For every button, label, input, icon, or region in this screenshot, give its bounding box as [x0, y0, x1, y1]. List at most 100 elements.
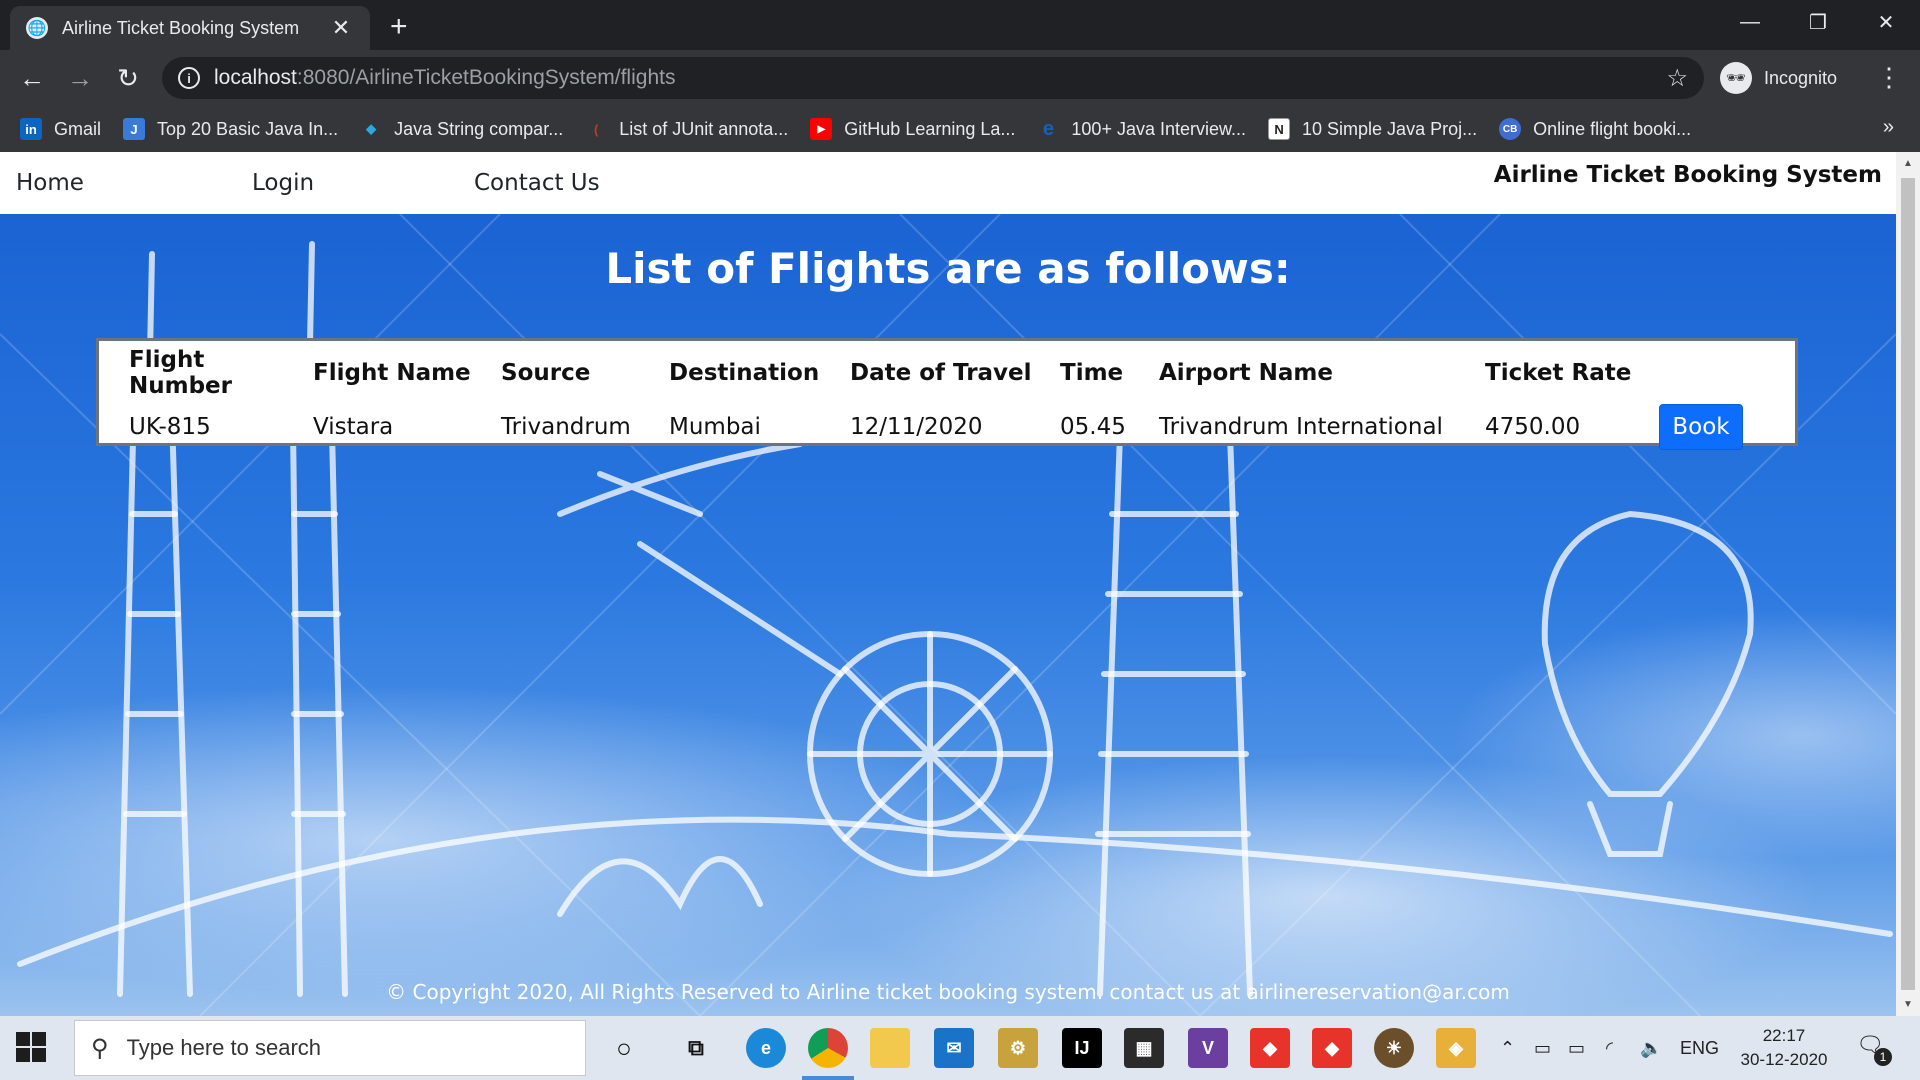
windows-taskbar: ⚲ Type here to search ○ ⧉ e ✉ ⚙ IJ ▦ V ◆…: [0, 1016, 1920, 1080]
browser-tab[interactable]: 🌐 Airline Ticket Booking System ✕: [10, 6, 370, 50]
minimize-icon[interactable]: —: [1716, 0, 1784, 44]
close-tab-icon[interactable]: ✕: [328, 15, 354, 41]
language-indicator[interactable]: ENG: [1680, 1016, 1719, 1080]
cell-flight-number: UK-815: [129, 414, 211, 440]
nav-login[interactable]: Login: [252, 170, 314, 196]
book-button[interactable]: Book: [1659, 404, 1743, 450]
bookmark-item[interactable]: in Gmail: [20, 118, 101, 140]
clock-time: 22:17: [1762, 1026, 1806, 1045]
task-view-icon[interactable]: ⧉: [676, 1028, 716, 1068]
site-navbar: Home Login Contact Us Airline Ticket Boo…: [0, 152, 1896, 214]
column-header: Flight Number: [129, 347, 232, 399]
bookmark-item[interactable]: N 10 Simple Java Proj...: [1268, 118, 1477, 140]
cell-action: Book: [1659, 399, 1795, 455]
cell-destination: Mumbai: [669, 414, 761, 440]
web-page: Home Login Contact Us Airline Ticket Boo…: [0, 152, 1896, 1016]
edureka-icon: e: [1042, 117, 1054, 140]
visual-studio-icon[interactable]: V: [1188, 1028, 1228, 1068]
cell-date: 12/11/2020: [850, 414, 983, 440]
close-window-icon[interactable]: ✕: [1852, 0, 1920, 44]
bookmark-item[interactable]: ◆ Java String compar...: [360, 118, 563, 140]
page-title: List of Flights are as follows:: [605, 244, 1291, 293]
info-icon[interactable]: i: [178, 67, 200, 89]
restore-icon[interactable]: ❐: [1784, 0, 1852, 44]
system-clock[interactable]: 22:17 30-12-2020: [1736, 1024, 1832, 1072]
sourcetree-icon[interactable]: ◈: [1436, 1028, 1476, 1068]
flights-table: Flight Number Flight Name Source Destina…: [99, 341, 1795, 455]
linkedin-icon: in: [20, 118, 42, 140]
cell-source: Trivandrum: [501, 414, 631, 440]
junit-icon: (: [594, 121, 599, 137]
bookmark-item[interactable]: ▶ GitHub Learning La...: [810, 118, 1015, 140]
codebun-icon: CB: [1499, 118, 1522, 140]
windows-start-icon[interactable]: [16, 1032, 48, 1064]
java-icon: J: [123, 118, 146, 140]
bookmark-item[interactable]: e 100+ Java Interview...: [1037, 118, 1246, 140]
cell-flight-name: Vistara: [313, 414, 394, 440]
git-bash-icon[interactable]: ◆: [1312, 1028, 1352, 1068]
bookmark-item[interactable]: J Top 20 Basic Java In...: [123, 118, 338, 140]
bookmark-label: Online flight booki...: [1533, 118, 1692, 139]
bookmark-label: 100+ Java Interview...: [1071, 118, 1247, 139]
notion-icon: N: [1268, 118, 1291, 140]
browser-menu-icon[interactable]: ⋮: [1876, 62, 1902, 93]
column-header: Source: [501, 360, 591, 386]
bookmark-star-icon[interactable]: ☆: [1666, 64, 1688, 93]
active-app-indicator: [802, 1076, 854, 1080]
scroll-down-icon[interactable]: ▼: [1896, 999, 1920, 1010]
bookmarks-bar: in Gmail J Top 20 Basic Java In... ◆ Java S…: [0, 106, 1920, 152]
intellij-icon[interactable]: IJ: [1062, 1028, 1102, 1068]
scroll-up-icon[interactable]: ▲: [1896, 158, 1920, 169]
clock-date: 30-12-2020: [1740, 1050, 1828, 1069]
column-header: Destination: [669, 360, 820, 386]
bookmark-item[interactable]: CB Online flight booki...: [1499, 118, 1691, 140]
new-tab-icon[interactable]: +: [390, 10, 408, 44]
bookmark-item[interactable]: ( List of JUnit annota...: [585, 118, 788, 140]
bookmark-label: GitHub Learning La...: [844, 118, 1016, 139]
show-hidden-icons-icon[interactable]: ⌃: [1500, 1016, 1515, 1080]
edge-icon[interactable]: e: [746, 1028, 786, 1068]
incognito-icon: 🕶: [1720, 62, 1752, 94]
url-host: localhost: [214, 66, 297, 89]
browser-toolbar: ← → ↻ i localhost :8080/AirlineTicketBoo…: [0, 50, 1920, 106]
column-header: Ticket Rate: [1485, 360, 1632, 386]
column-header: Airport Name: [1159, 360, 1333, 386]
git-gui-icon[interactable]: ◆: [1250, 1028, 1290, 1068]
nav-home[interactable]: Home: [16, 170, 84, 196]
cell-airport: Trivandrum International: [1159, 414, 1443, 440]
tab-title: Airline Ticket Booking System: [62, 17, 300, 38]
profile-label: Incognito: [1764, 67, 1838, 88]
nav-contact-us[interactable]: Contact Us: [474, 170, 600, 196]
chrome-icon[interactable]: [808, 1028, 848, 1068]
site-brand: Airline Ticket Booking System: [1493, 162, 1882, 188]
reload-icon[interactable]: ↻: [110, 60, 146, 96]
column-header: Time: [1060, 360, 1124, 386]
incognito-profile[interactable]: 🕶 Incognito: [1720, 59, 1837, 97]
forward-icon[interactable]: →: [62, 60, 98, 96]
wifi-icon[interactable]: ◜: [1606, 1016, 1613, 1080]
store-icon[interactable]: ▦: [1124, 1028, 1164, 1068]
battery-icon[interactable]: ▭: [1568, 1016, 1585, 1080]
file-explorer-icon[interactable]: [870, 1028, 910, 1068]
address-bar[interactable]: i localhost :8080/AirlineTicketBookingSy…: [162, 57, 1704, 99]
bookmark-label: 10 Simple Java Proj...: [1302, 118, 1478, 139]
control-panel-icon[interactable]: ⚙: [998, 1028, 1038, 1068]
search-icon: ⚲: [91, 1034, 109, 1062]
meet-now-icon[interactable]: ▭: [1534, 1016, 1551, 1080]
eclipse-icon[interactable]: ☀: [1374, 1028, 1414, 1068]
back-icon[interactable]: ←: [14, 60, 50, 96]
bookmark-label: List of JUnit annota...: [619, 118, 789, 139]
mail-icon[interactable]: ✉: [934, 1028, 974, 1068]
bookmark-label: Gmail: [54, 118, 102, 139]
column-header-action: [1659, 341, 1795, 399]
notification-icon[interactable]: 🗨 1: [1856, 1032, 1892, 1066]
scrollbar-thumb[interactable]: [1901, 178, 1915, 990]
cortana-icon[interactable]: ○: [604, 1028, 644, 1068]
taskbar-search-input[interactable]: ⚲ Type here to search: [74, 1020, 586, 1076]
bookmark-label: Java String compar...: [394, 118, 564, 139]
page-scrollbar[interactable]: ▲ ▼: [1896, 152, 1920, 1016]
diamond-icon: ◆: [366, 121, 377, 136]
volume-icon[interactable]: 🔈: [1640, 1016, 1662, 1080]
globe-icon: 🌐: [26, 17, 48, 39]
more-bookmarks-icon[interactable]: »: [1883, 116, 1894, 139]
